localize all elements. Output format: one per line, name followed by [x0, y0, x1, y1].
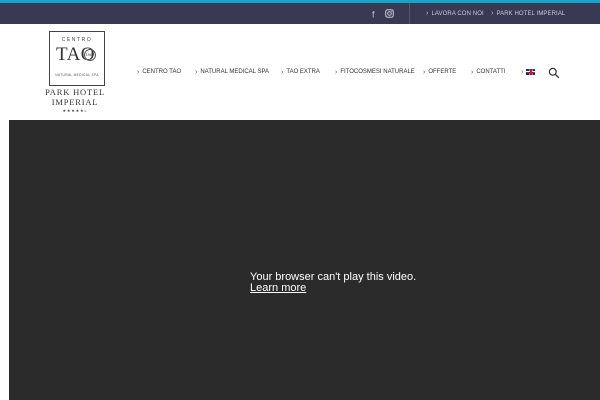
- nav-item-label: NATURAL MEDICAL SPA: [200, 69, 270, 75]
- uk-flag-icon: [526, 69, 536, 75]
- logo-top-text: CENTRO: [61, 37, 93, 43]
- chevron-right-icon: ›: [471, 68, 474, 76]
- video-player[interactable]: Your browser can't play this video. Lear…: [9, 120, 600, 400]
- search-icon[interactable]: [548, 66, 560, 79]
- chevron-right-icon: ›: [521, 68, 524, 76]
- hotel-name-line2: IMPERIAL: [51, 96, 99, 107]
- facebook-glyph: f: [372, 9, 375, 19]
- chevron-right-icon: ›: [137, 68, 140, 76]
- instagram-icon[interactable]: [385, 3, 394, 24]
- nav-item-language[interactable]: ›: [521, 66, 536, 78]
- chevron-right-icon: ›: [195, 68, 198, 76]
- top-bar: f › LAVORA CON NOI › PARK HOTEL IMPERIAL: [0, 3, 600, 24]
- nav-item-label: TAO EXTRA: [286, 69, 320, 75]
- nav-item-centro-tao[interactable]: › CENTRO TAO: [137, 66, 181, 78]
- nav-item-natural-medical-spa[interactable]: › NATURAL MEDICAL SPA: [195, 66, 269, 78]
- topbar-link-label: LAVORA CON NOI: [431, 10, 484, 17]
- nav-item-contatti[interactable]: › CONTATTI: [471, 66, 505, 78]
- topbar-link-lavora[interactable]: › LAVORA CON NOI: [426, 3, 484, 24]
- chevron-right-icon: ›: [491, 10, 494, 17]
- hotel-name[interactable]: PARK HOTEL IMPERIAL: [43, 87, 107, 107]
- chevron-right-icon: ›: [281, 68, 284, 76]
- topbar-divider: [409, 3, 410, 24]
- chevron-right-icon: ›: [423, 68, 426, 76]
- logo-seal: 1982: [84, 49, 96, 61]
- topbar-link-label: PARK HOTEL IMPERIAL: [496, 10, 566, 17]
- chevron-right-icon: ›: [335, 68, 338, 76]
- hotel-stars: ★★★★★L: [62, 108, 88, 113]
- topbar-link-park-hotel[interactable]: › PARK HOTEL IMPERIAL: [491, 3, 565, 24]
- nav-item-label: OFFERTE: [428, 69, 457, 75]
- nav-item-tao-extra[interactable]: › TAO EXTRA: [281, 66, 320, 78]
- nav-item-label: FITOCOSMESI NATURALE: [340, 69, 415, 75]
- nav-item-label: CONTATTI: [476, 69, 506, 75]
- chevron-right-icon: ›: [426, 10, 429, 17]
- logo[interactable]: CENTRO TAO 1982 NATURAL MEDICAL SPA: [49, 31, 105, 86]
- learn-more-link[interactable]: Learn more: [250, 282, 306, 294]
- nav-item-label: CENTRO TAO: [142, 69, 182, 75]
- nav-item-fitocosmesi-naturale[interactable]: › FITOCOSMESI NATURALE: [335, 66, 415, 78]
- logo-tagline: NATURAL MEDICAL SPA: [55, 73, 99, 77]
- nav-item-offerte[interactable]: › OFFERTE: [423, 66, 456, 78]
- facebook-icon[interactable]: f: [371, 3, 379, 24]
